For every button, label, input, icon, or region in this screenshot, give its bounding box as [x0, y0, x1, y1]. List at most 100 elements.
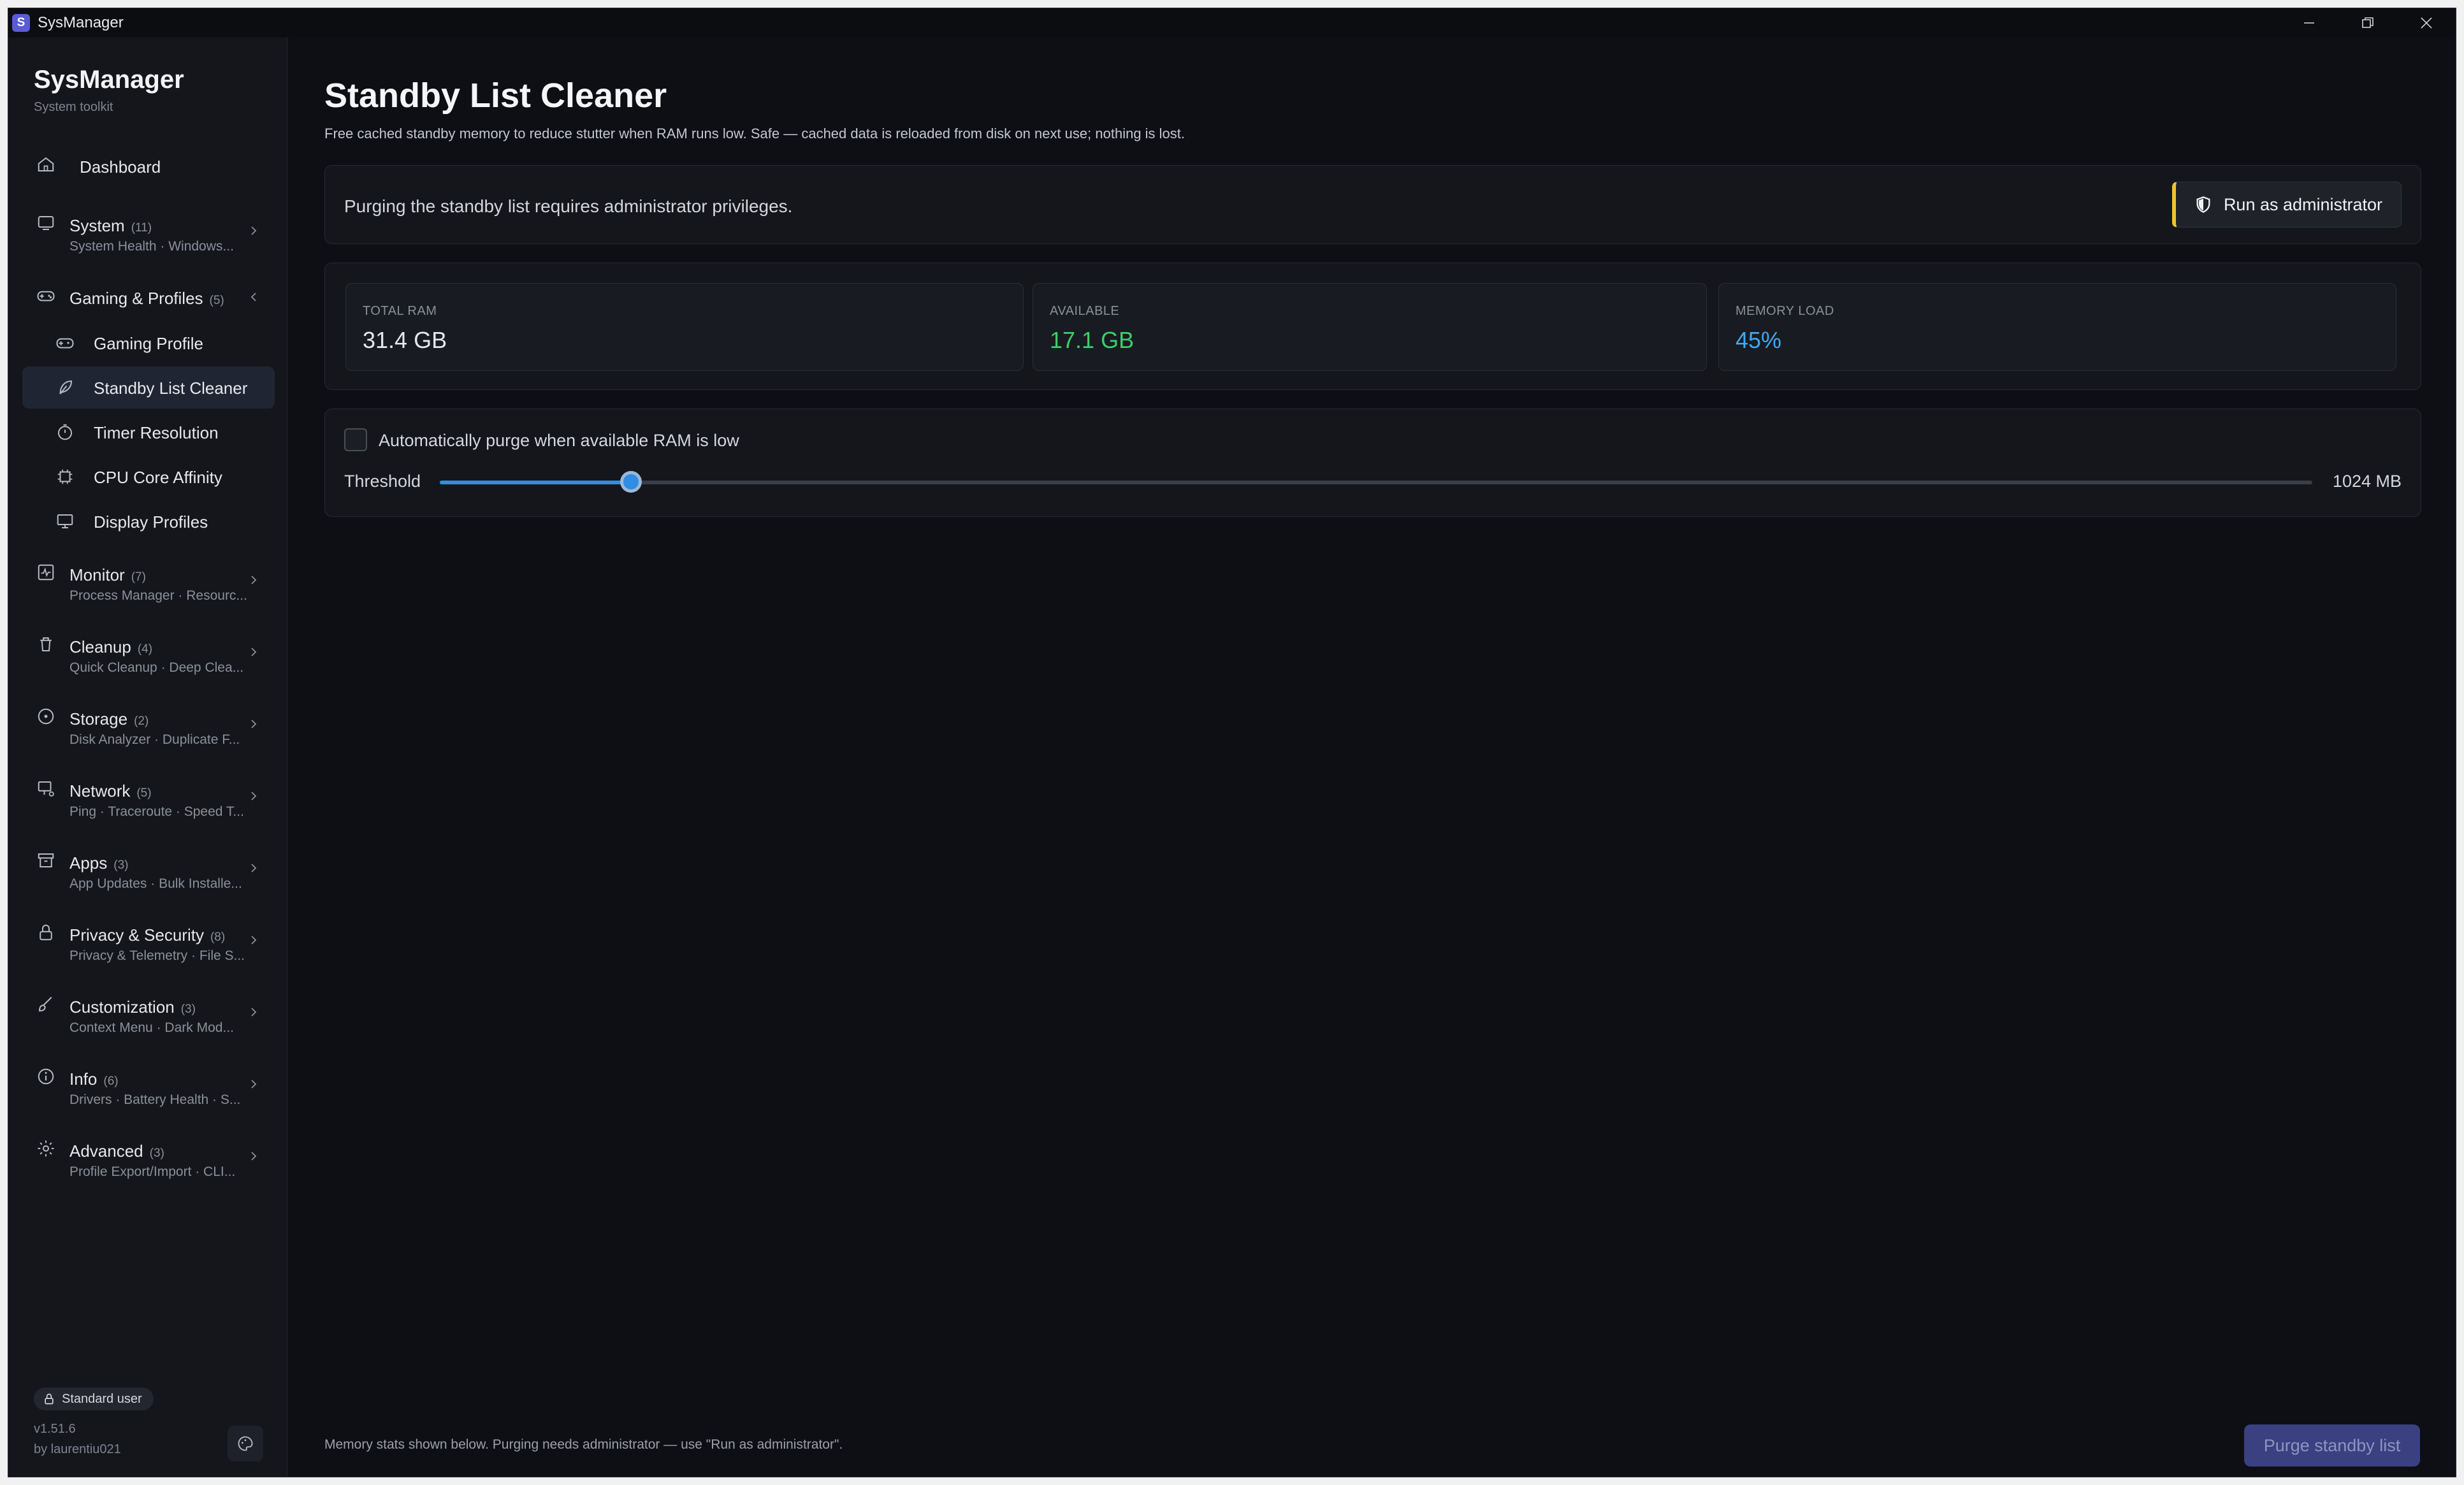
sidebar-item-label: Cleanup (4): [69, 637, 153, 656]
close-icon: [2421, 17, 2432, 29]
stat-card-available: AVAILABLE 17.1 GB: [1033, 283, 1707, 371]
disk-icon: [38, 708, 54, 725]
footer-note: Memory stats shown below. Purging needs …: [324, 1437, 843, 1452]
sidebar-item-label: Customization (3): [69, 997, 196, 1017]
threshold-slider-track[interactable]: [440, 481, 2312, 484]
sidebar-item-monitor[interactable]: Monitor (7) Process Manager · Resourc...: [22, 555, 275, 612]
gamepad-icon: [37, 291, 55, 301]
chevron-right-icon: [251, 576, 257, 584]
sidebar-item-label: Display Profiles: [94, 512, 208, 532]
package-icon: [38, 853, 54, 867]
title-bar: S SysManager: [8, 8, 2456, 38]
stat-value: 17.1 GB: [1050, 327, 1134, 353]
shield-icon: [2196, 196, 2210, 213]
threshold-label: Threshold: [344, 472, 421, 491]
sidebar-item-storage[interactable]: Storage (2) Disk Analyzer · Duplicate F..…: [22, 699, 275, 757]
stat-label: TOTAL RAM: [363, 304, 437, 318]
brand-subtitle: System toolkit: [34, 100, 113, 114]
sidebar-item-label: System (11): [69, 216, 152, 235]
lock-icon: [40, 924, 52, 941]
sidebar-item-gaming-profiles[interactable]: Gaming & Profiles (5): [22, 279, 275, 315]
sidebar-item-label: Standby List Cleaner: [94, 379, 248, 398]
minimize-button[interactable]: [2280, 8, 2338, 38]
brush-icon: [38, 997, 52, 1012]
sidebar-item-subtitle: Drivers · Battery Health · S...: [69, 1092, 241, 1107]
sidebar-item-label: Monitor (7): [69, 565, 146, 584]
sidebar-item-apps[interactable]: Apps (3) App Updates · Bulk Installe...: [22, 843, 275, 901]
network-icon: [38, 781, 54, 797]
admin-warning-text: Purging the standby list requires admini…: [344, 196, 793, 216]
window-title: SysManager: [38, 14, 124, 31]
minimize-icon: [2304, 22, 2314, 24]
chevron-right-icon: [251, 1152, 257, 1161]
sidebar-item-system[interactable]: System (11) System Health · Windows...: [22, 206, 275, 263]
sidebar: SysManager System toolkit Dashboard Syst…: [8, 38, 287, 1477]
sidebar-item-display-profiles[interactable]: Display Profiles: [22, 500, 284, 542]
purge-standby-button[interactable]: Purge standby list: [2244, 1424, 2420, 1467]
sidebar-item-subtitle: Ping · Traceroute · Speed T...: [69, 804, 244, 819]
stopwatch-icon: [58, 424, 72, 440]
info-icon: [38, 1068, 54, 1085]
admin-warning-panel: Purging the standby list requires admini…: [324, 165, 2421, 244]
stat-card-memory-load: MEMORY LOAD 45%: [1718, 283, 2396, 371]
monitor-pulse-icon: [38, 564, 54, 581]
sidebar-item-subtitle: Profile Export/Import · CLI...: [69, 1164, 236, 1179]
gamepad-icon: [56, 338, 74, 349]
threshold-slider-thumb[interactable]: [620, 471, 642, 493]
sidebar-item-label: Advanced (3): [69, 1141, 164, 1161]
auto-purge-label[interactable]: Automatically purge when available RAM i…: [379, 431, 739, 451]
sidebar-item-label: Network (5): [69, 781, 152, 800]
sidebar-item-gaming-profile[interactable]: Gaming Profile: [22, 322, 284, 364]
auto-purge-checkbox[interactable]: [344, 428, 367, 451]
sidebar-item-info[interactable]: Info (6) Drivers · Battery Health · S...: [22, 1059, 275, 1117]
sidebar-item-network[interactable]: Network (5) Ping · Traceroute · Speed T..…: [22, 771, 275, 829]
restore-icon: [2362, 17, 2373, 28]
sidebar-item-label: Gaming Profile: [94, 334, 203, 353]
user-role-label: Standard user: [62, 1391, 142, 1406]
sidebar-item-subtitle: Quick Cleanup · Deep Clea...: [69, 660, 244, 675]
system-icon: [38, 216, 54, 230]
threshold-slider-fill: [440, 481, 631, 484]
palette-icon: [238, 1436, 253, 1451]
restore-button[interactable]: [2338, 8, 2397, 38]
sidebar-item-cleanup[interactable]: Cleanup (4) Quick Cleanup · Deep Clea...: [22, 627, 275, 685]
auto-purge-panel: Automatically purge when available RAM i…: [324, 409, 2421, 517]
sidebar-item-label: Gaming & Profiles (5): [69, 289, 224, 308]
cpu-icon: [57, 469, 73, 484]
page-title: Standby List Cleaner: [324, 76, 667, 115]
sidebar-item-privacy-security[interactable]: Privacy & Security (8) Privacy & Telemetr…: [22, 915, 275, 973]
stat-label: AVAILABLE: [1050, 304, 1120, 318]
lock-icon: [45, 1393, 54, 1405]
sidebar-item-cpu-core-affinity[interactable]: CPU Core Affinity: [22, 456, 284, 498]
chevron-right-icon: [251, 648, 257, 656]
trash-icon: [40, 637, 52, 651]
sidebar-item-subtitle: System Health · Windows...: [69, 239, 234, 254]
sidebar-item-subtitle: Context Menu · Dark Mod...: [69, 1020, 234, 1035]
sidebar-item-advanced[interactable]: Advanced (3) Profile Export/Import · CLI.…: [22, 1131, 275, 1189]
threshold-value: 1024 MB: [2332, 472, 2402, 491]
sidebar-item-customization[interactable]: Customization (3) Context Menu · Dark Mod…: [22, 987, 275, 1045]
sidebar-item-label: Apps (3): [69, 853, 129, 873]
brand-name: SysManager: [34, 66, 184, 94]
home-icon: [38, 157, 54, 171]
chevron-right-icon: [251, 864, 257, 873]
stat-value: 45%: [1736, 327, 1782, 353]
chevron-right-icon: [251, 226, 257, 235]
run-as-admin-button[interactable]: Run as administrator: [2172, 182, 2402, 228]
main-content: Standby List Cleaner Free cached standby…: [287, 38, 2456, 1477]
sidebar-item-label: Timer Resolution: [94, 423, 219, 442]
stat-label: MEMORY LOAD: [1736, 304, 1834, 318]
chevron-right-icon: [251, 1008, 257, 1017]
sidebar-item-timer-resolution[interactable]: Timer Resolution: [22, 411, 284, 453]
app-window: S SysManager SysManager System toolkit D…: [8, 8, 2456, 1477]
close-button[interactable]: [2397, 8, 2456, 38]
chevron-right-icon: [251, 792, 257, 800]
app-icon: S: [12, 14, 30, 32]
sidebar-item-dashboard[interactable]: Dashboard: [22, 147, 275, 184]
sidebar-item-label: Info (6): [69, 1069, 119, 1089]
page-description: Free cached standby memory to reduce stu…: [324, 126, 1185, 141]
theme-toggle-button[interactable]: [228, 1426, 263, 1461]
sidebar-item-label: Storage (2): [69, 709, 149, 728]
stat-card-total-ram: TOTAL RAM 31.4 GB: [345, 283, 1024, 371]
sidebar-item-standby-list-cleaner[interactable]: Standby List Cleaner: [22, 366, 275, 409]
